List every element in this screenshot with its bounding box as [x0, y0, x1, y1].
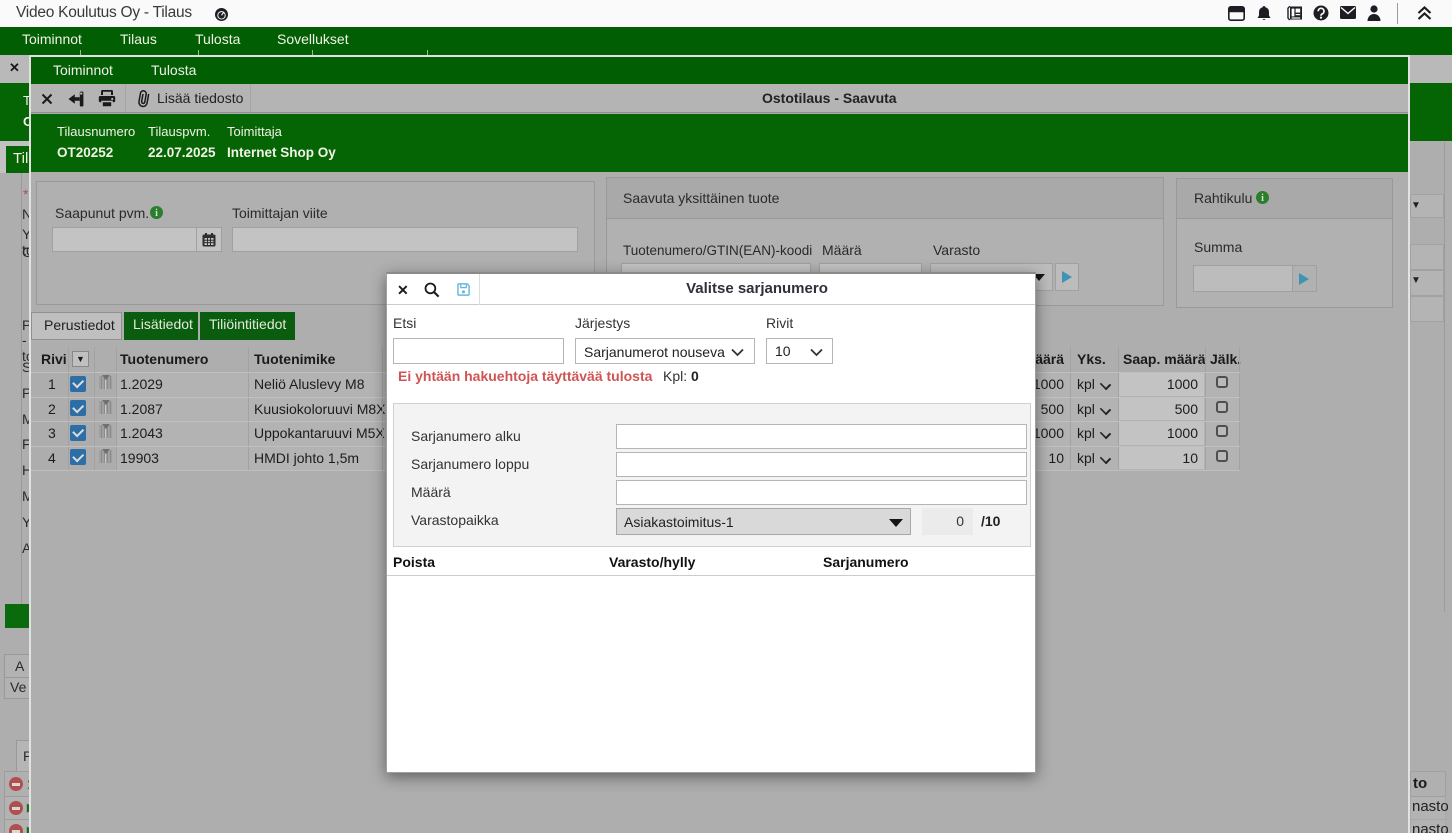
svg-text:i: i — [1261, 193, 1264, 204]
svg-text:i: i — [155, 208, 158, 219]
